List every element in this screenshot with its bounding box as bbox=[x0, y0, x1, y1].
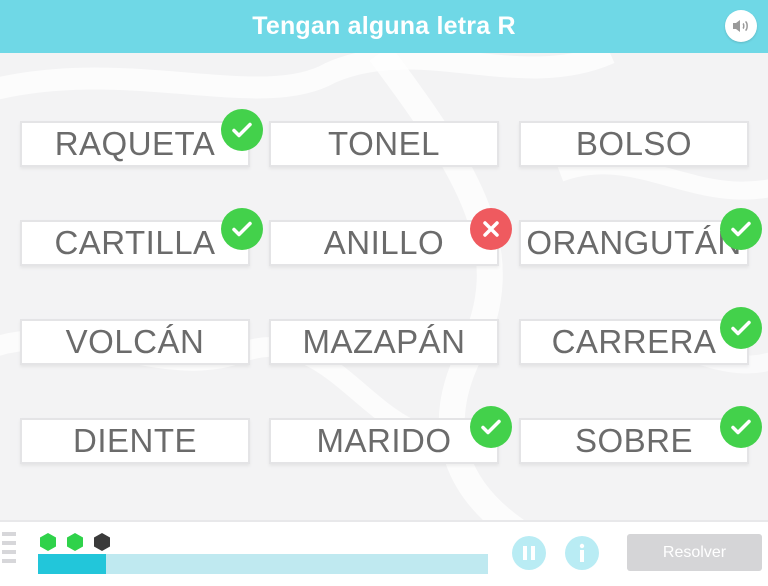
check-icon bbox=[720, 406, 762, 448]
title-bar: Tengan alguna letra R bbox=[0, 0, 768, 53]
word-label: MARIDO bbox=[316, 422, 452, 459]
info-button[interactable] bbox=[565, 536, 599, 570]
word-card[interactable]: BOLSO bbox=[519, 121, 749, 167]
word-card[interactable]: ANILLO bbox=[269, 220, 499, 266]
word-card[interactable]: CARTILLA bbox=[20, 220, 250, 266]
check-icon bbox=[720, 208, 762, 250]
word-card[interactable]: VOLCÁN bbox=[20, 319, 250, 365]
word-label: CARTILLA bbox=[54, 224, 216, 261]
page-title: Tengan alguna letra R bbox=[252, 12, 516, 40]
word-label: SOBRE bbox=[574, 422, 694, 459]
word-label: ORANGUTÁN bbox=[526, 224, 742, 261]
sound-button[interactable] bbox=[725, 10, 757, 42]
pause-icon bbox=[523, 546, 535, 560]
progress-bar bbox=[38, 554, 488, 574]
check-icon bbox=[720, 307, 762, 349]
word-card[interactable]: MAZAPÁN bbox=[269, 319, 499, 365]
check-icon bbox=[470, 406, 512, 448]
word-label: BOLSO bbox=[575, 125, 693, 162]
word-label: ANILLO bbox=[323, 224, 445, 261]
word-card[interactable]: CARRERA bbox=[519, 319, 749, 365]
word-card[interactable]: RAQUETA bbox=[20, 121, 250, 167]
cross-icon bbox=[470, 208, 512, 250]
menu-handle[interactable] bbox=[2, 532, 16, 578]
pause-button[interactable] bbox=[512, 536, 546, 570]
check-icon bbox=[221, 208, 263, 250]
word-label: MAZAPÁN bbox=[302, 323, 466, 360]
word-card[interactable]: MARIDO bbox=[269, 418, 499, 464]
word-card[interactable]: ORANGUTÁN bbox=[519, 220, 749, 266]
resolver-button[interactable]: Resolver bbox=[627, 534, 762, 571]
word-label: CARRERA bbox=[551, 323, 717, 360]
word-card[interactable]: TONEL bbox=[269, 121, 499, 167]
game-board: RAQUETA TONEL BOLSO CARTILLA ANILLO ORANGUTÁN… bbox=[0, 53, 768, 520]
word-label: RAQUETA bbox=[54, 125, 216, 162]
progress-fill bbox=[38, 554, 106, 574]
word-label: DIENTE bbox=[72, 422, 197, 459]
info-icon bbox=[579, 543, 585, 562]
word-card[interactable]: SOBRE bbox=[519, 418, 749, 464]
speaker-icon bbox=[733, 20, 748, 32]
word-label: TONEL bbox=[328, 125, 440, 162]
check-icon bbox=[221, 109, 263, 151]
footer-bar: Resolver bbox=[0, 520, 768, 586]
word-card[interactable]: DIENTE bbox=[20, 418, 250, 464]
word-label: VOLCÁN bbox=[65, 323, 205, 360]
